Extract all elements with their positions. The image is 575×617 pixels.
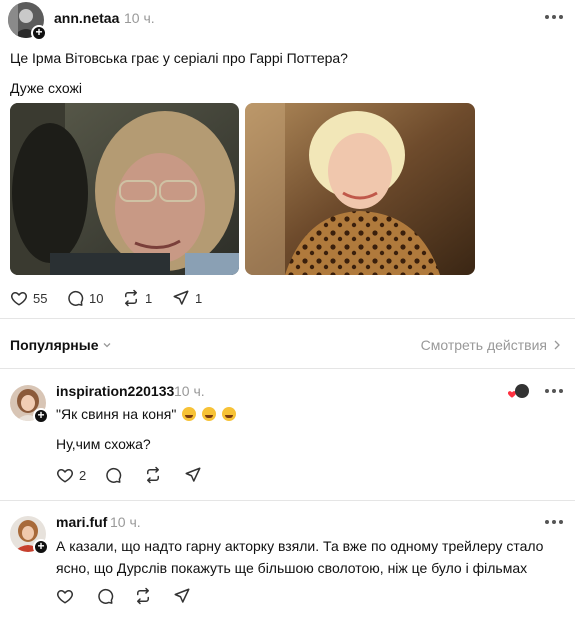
repost-button[interactable] xyxy=(144,466,162,484)
send-icon xyxy=(173,290,189,305)
reply-quote: "Як свиня на коня" xyxy=(56,406,177,422)
share-button[interactable] xyxy=(184,466,202,484)
reply-author-avatar[interactable]: + xyxy=(10,385,49,424)
reply-timestamp: 10 ч. xyxy=(110,514,141,530)
follow-plus-icon[interactable]: + xyxy=(33,539,49,555)
post-author-avatar[interactable]: + xyxy=(8,2,47,41)
author-liked-indicator xyxy=(507,384,529,400)
smiling-face-emoji-icon xyxy=(182,407,197,421)
comment-button[interactable] xyxy=(104,466,122,484)
laughing-emoji-icon xyxy=(221,407,236,421)
comment-bubble-icon xyxy=(68,290,84,306)
comment-bubble-icon xyxy=(98,588,114,604)
like-button[interactable]: 55 xyxy=(10,289,47,307)
reply-text-line2: Ну,чим схожа? xyxy=(56,436,151,452)
like-count: 2 xyxy=(79,467,87,483)
heart-icon xyxy=(57,469,73,483)
repost-icon xyxy=(147,466,159,484)
divider xyxy=(0,318,575,319)
like-button[interactable]: 2 xyxy=(56,466,86,484)
comment-bubble-icon xyxy=(106,467,122,483)
chevron-right-icon xyxy=(554,340,560,350)
repost-button[interactable]: 1 xyxy=(122,289,152,307)
share-button[interactable] xyxy=(173,587,191,605)
share-button[interactable]: 1 xyxy=(172,289,202,307)
laughing-emoji-icon xyxy=(202,407,217,421)
more-dots-icon[interactable] xyxy=(545,386,567,396)
reply-text-line1: "Як свиня на коня" xyxy=(56,403,236,425)
repost-button[interactable] xyxy=(134,587,152,605)
author-mini-avatar xyxy=(515,384,529,398)
more-dots-icon[interactable] xyxy=(545,517,567,527)
like-count: 55 xyxy=(33,290,48,306)
post-image-portrait[interactable] xyxy=(245,103,475,275)
repost-icon xyxy=(137,587,149,605)
share-count: 1 xyxy=(195,290,203,306)
comment-button[interactable]: 10 xyxy=(66,289,103,307)
divider xyxy=(0,500,575,501)
post-caption: Дуже схожі xyxy=(10,80,82,96)
sort-label: Популярные xyxy=(10,337,99,353)
reply-text: А казали, що надто гарну акторку взяли. … xyxy=(56,538,544,576)
repost-icon xyxy=(125,289,137,307)
like-button[interactable] xyxy=(56,587,74,605)
send-icon xyxy=(174,588,190,603)
view-activity-label: Смотреть действия xyxy=(420,337,547,353)
send-icon xyxy=(185,467,201,482)
heart-icon xyxy=(11,292,27,306)
more-dots-icon[interactable] xyxy=(545,12,567,22)
sort-dropdown[interactable]: Популярные xyxy=(10,337,112,353)
post-username[interactable]: ann.netaa xyxy=(54,10,119,26)
comment-button[interactable] xyxy=(96,587,114,605)
repost-count: 1 xyxy=(145,290,153,306)
divider xyxy=(0,368,575,369)
follow-plus-icon[interactable]: + xyxy=(31,25,47,41)
post-timestamp: 10 ч. xyxy=(124,10,155,26)
reply-author-avatar[interactable]: + xyxy=(10,516,49,555)
reply-username[interactable]: inspiration220133 xyxy=(56,383,174,399)
heart-icon xyxy=(57,590,73,604)
chevron-down-icon xyxy=(104,343,111,348)
view-activity-link[interactable]: Смотреть действия xyxy=(421,337,561,353)
follow-plus-icon[interactable]: + xyxy=(33,408,49,424)
reply-timestamp: 10 ч. xyxy=(174,383,205,399)
post-image-movie-still[interactable] xyxy=(10,103,239,275)
post-text: Це Ірма Вітовська грає у серіалі про Гар… xyxy=(10,50,348,66)
reply-username[interactable]: mari.fuf xyxy=(56,514,107,530)
comment-count: 10 xyxy=(89,290,104,306)
